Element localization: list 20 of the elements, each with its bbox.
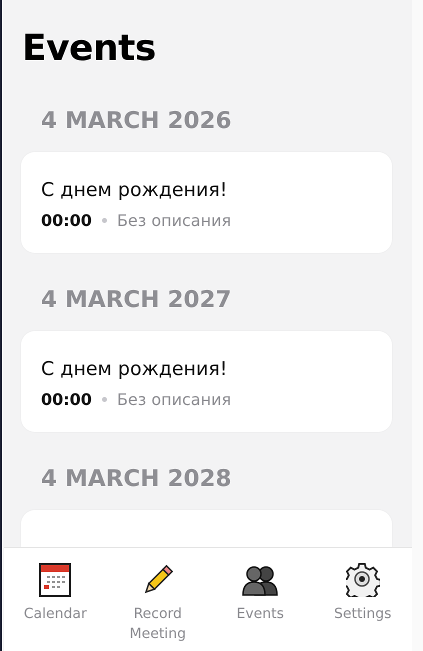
tab-button[interactable]: Record Meeting [106,548,209,651]
date-heading: 4 MARCH 2027 [40,286,233,315]
event-time: 00:00 [41,390,92,409]
event-time: 00:00 [41,211,92,230]
event-title: С днем рождения! [41,357,228,381]
event-description: Без описания [116,390,232,409]
event-card[interactable]: С днем рождения! 00:00 Без описания [21,152,392,253]
tab-button[interactable]: Calendar [4,548,106,651]
date-heading: 4 MARCH 2028 [40,465,233,494]
tab-button[interactable]: Settings [312,548,412,651]
page-title: Events [21,27,157,71]
event-description: Без описания [116,211,232,230]
people-icon [242,564,278,596]
event-card[interactable]: С днем рождения! 00:00 Без описания [21,331,392,432]
event-card-top[interactable] [21,510,392,547]
event-title: С днем рождения! [41,178,228,202]
date-heading: 4 MARCH 2026 [40,107,233,136]
calendar-icon [39,563,72,597]
settings-icon [346,563,380,597]
tab-button[interactable]: Events [209,548,312,651]
